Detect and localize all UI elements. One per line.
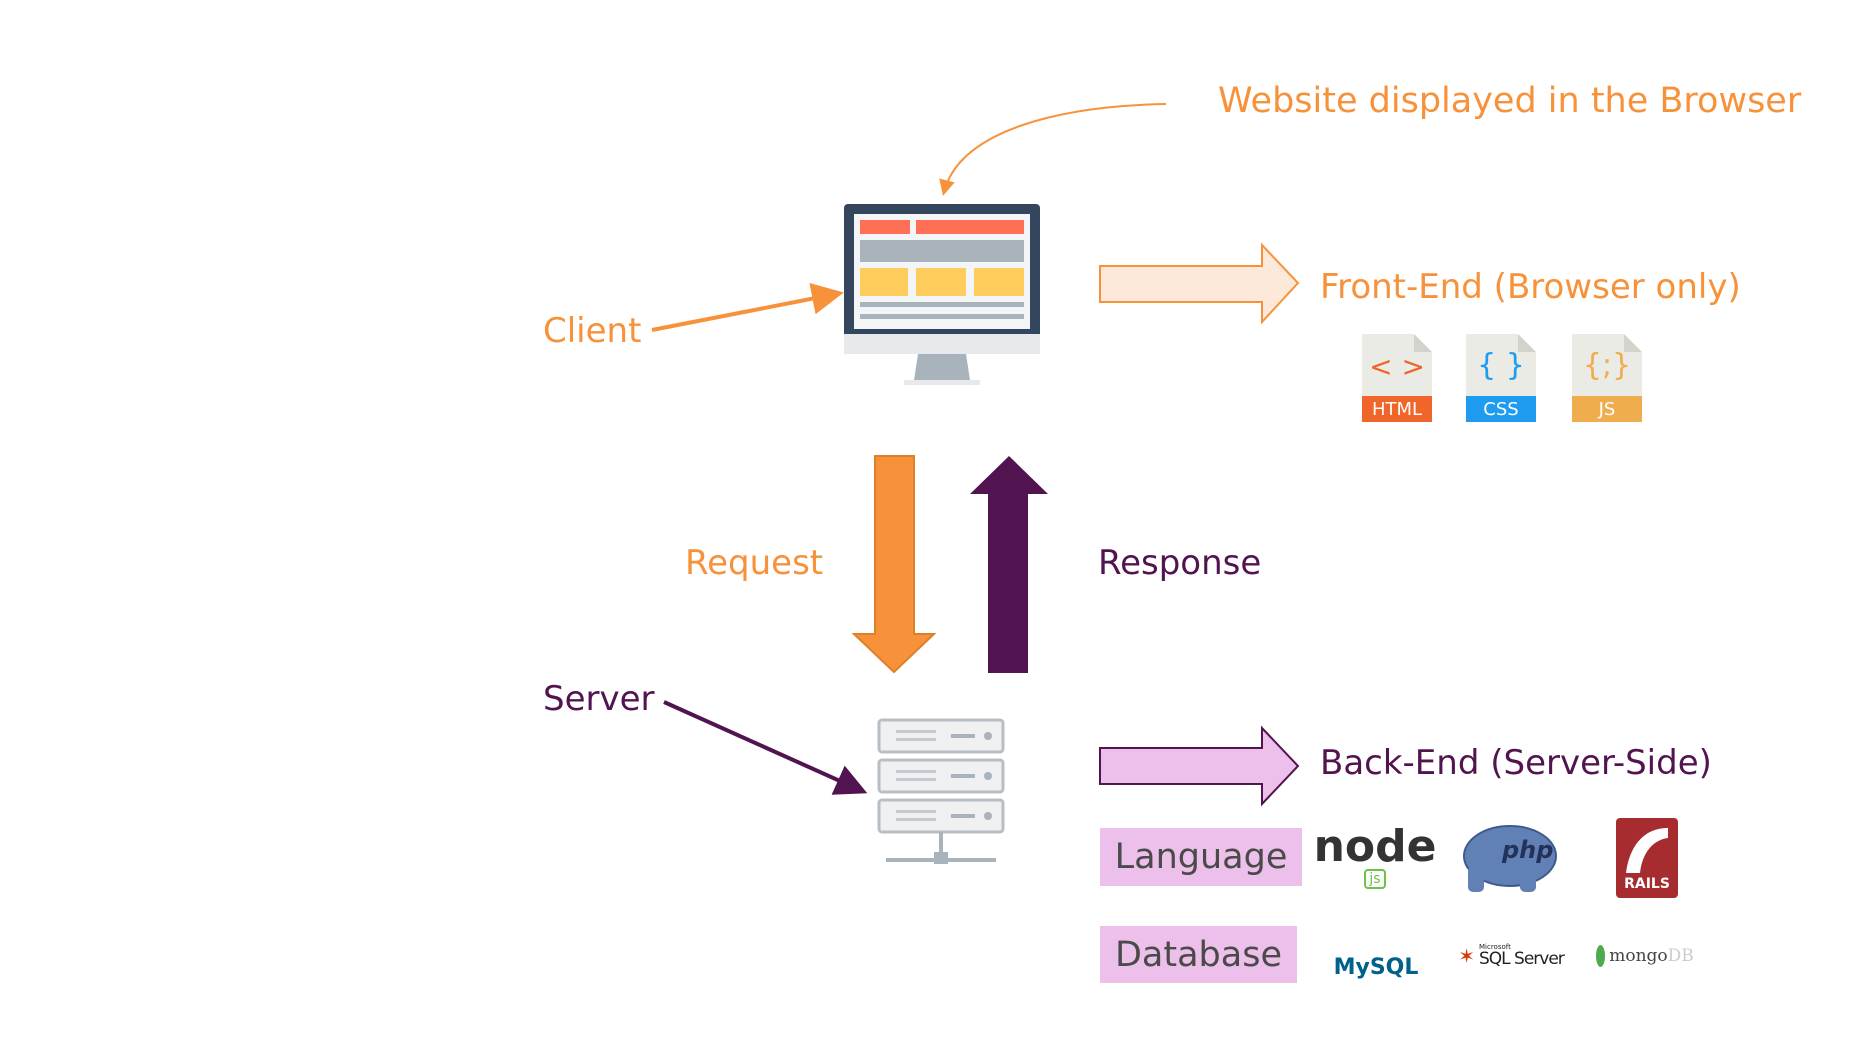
- mongodb-logo: mongo DB: [1590, 938, 1700, 974]
- client-pointer-arrow: [651, 282, 844, 332]
- frontend-label: Front-End (Browser only): [1320, 267, 1741, 307]
- php-logo-text: php: [1502, 836, 1554, 864]
- database-box: Database: [1100, 926, 1297, 983]
- server-icon: [877, 718, 1005, 864]
- nodejs-logo: node js: [1313, 821, 1437, 889]
- mysql-logo: MySQL: [1333, 955, 1419, 980]
- response-arrow: [970, 456, 1048, 673]
- language-box: Language: [1100, 828, 1302, 886]
- server-pointer-arrow: [663, 700, 868, 795]
- request-arrow: [851, 455, 937, 674]
- request-label: Request: [685, 543, 824, 583]
- website-label: Website displayed in the Browser: [1218, 81, 1802, 121]
- server-label: Server: [543, 679, 655, 719]
- rails-logo: RAILS: [1616, 818, 1678, 898]
- backend-arrow: [1099, 725, 1300, 807]
- html-file-icon: < > HTML: [1362, 334, 1432, 422]
- sqlserver-logo: ✶ Microsoft SQL Server: [1458, 943, 1565, 969]
- website-pointer-curve: [939, 103, 1167, 196]
- monitor-icon: [844, 204, 1040, 385]
- backend-label: Back-End (Server-Side): [1320, 743, 1712, 783]
- frontend-arrow: [1099, 242, 1300, 325]
- connectors: [651, 103, 1300, 807]
- js-file-icon: {;} JS: [1572, 334, 1642, 422]
- client-label: Client: [543, 311, 642, 351]
- php-logo: php: [1460, 822, 1564, 894]
- response-label: Response: [1098, 543, 1262, 583]
- css-file-icon: { } CSS: [1466, 334, 1536, 422]
